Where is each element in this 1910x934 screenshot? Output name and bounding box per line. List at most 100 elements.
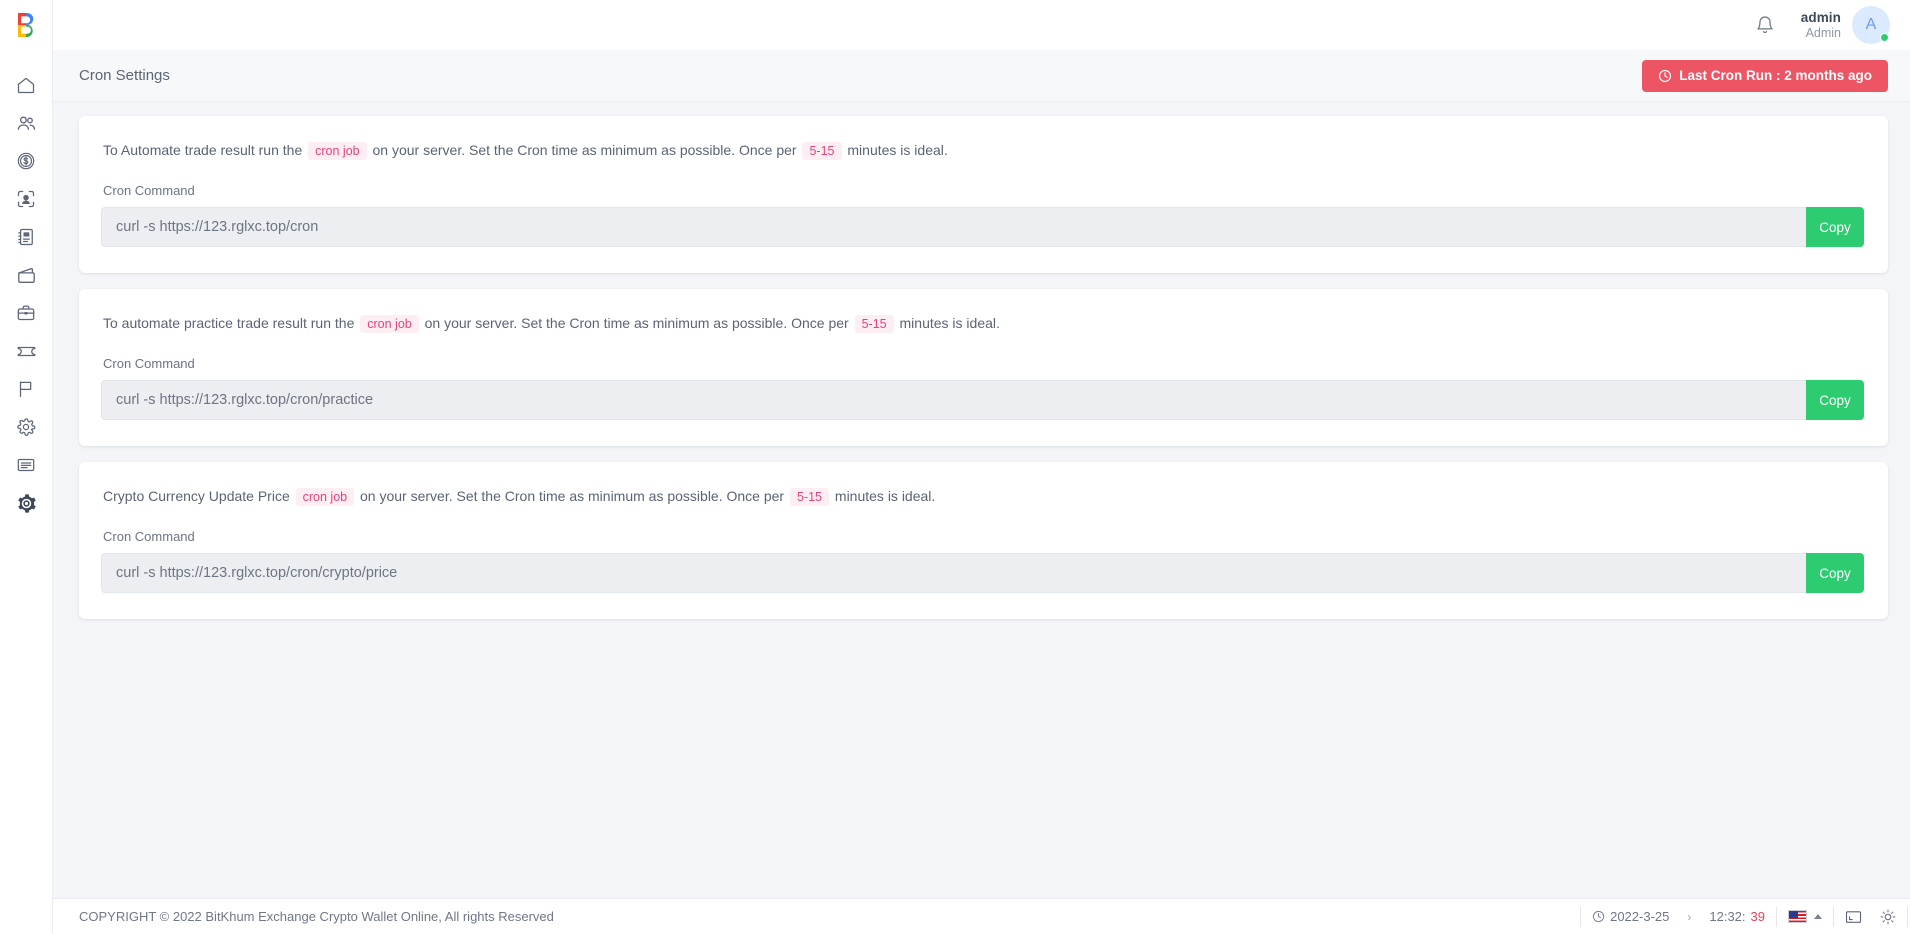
sidebar-item-pages[interactable]: [0, 446, 53, 484]
card-description: Crypto Currency Update Price cron job on…: [103, 486, 1864, 507]
tray-time[interactable]: 12:32: 39: [1700, 899, 1774, 934]
cron-command-input[interactable]: [101, 380, 1806, 420]
desc-part-1: To Automate trade result run the: [103, 142, 303, 158]
tray-time-seconds: 39: [1750, 909, 1765, 924]
cron-command-label: Cron Command: [103, 529, 195, 544]
copy-button[interactable]: Copy: [1806, 553, 1864, 593]
last-cron-run-button[interactable]: Last Cron Run : 2 months ago: [1642, 59, 1888, 92]
avatar[interactable]: A: [1852, 6, 1890, 44]
tray-divider: [1907, 906, 1908, 927]
notifications-button[interactable]: [1755, 15, 1775, 35]
cron-command-row: Copy: [101, 207, 1864, 247]
gear-outline-icon: [17, 418, 36, 436]
tray-date[interactable]: 2022-3-25: [1583, 899, 1678, 934]
cron-command-row: Copy: [101, 553, 1864, 593]
tray-date-text: 2022-3-25: [1610, 909, 1670, 924]
clock-icon: [1659, 69, 1672, 82]
caret-up-icon: [1814, 914, 1822, 919]
user-info: admin Admin: [1801, 10, 1841, 39]
tray-divider: [1580, 906, 1582, 927]
copy-button[interactable]: Copy: [1806, 207, 1864, 247]
app-logo[interactable]: [0, 4, 53, 46]
desc-part-3: minutes is ideal.: [899, 315, 1000, 331]
main-column: admin Admin A Cron Settings Last Cron Ru…: [53, 0, 1910, 934]
top-header: admin Admin A: [53, 0, 1910, 50]
cron-card-trade: To Automate trade result run the cron jo…: [79, 116, 1888, 273]
cron-command-input[interactable]: [101, 207, 1806, 247]
briefcase-icon: [17, 305, 35, 321]
document-icon: [17, 458, 35, 472]
user-name: admin: [1800, 10, 1841, 26]
page-title: Cron Settings: [79, 67, 170, 84]
online-status-dot: [1880, 33, 1889, 42]
interval-chip: 5-15: [802, 142, 842, 160]
sidebar-nav: [0, 66, 53, 522]
last-cron-run-label: Last Cron Run : 2 months ago: [1679, 68, 1872, 83]
tray-language[interactable]: [1779, 899, 1831, 934]
cron-command-input[interactable]: [101, 553, 1806, 593]
notification-bell-icon: [1757, 16, 1773, 34]
desc-part-3: minutes is ideal.: [847, 142, 948, 158]
sidebar-item-reports[interactable]: [0, 218, 53, 256]
id-scan-icon: [17, 190, 35, 208]
dollar-coin-icon: [17, 152, 35, 170]
footer: COPYRIGHT © 2022 BitKhum Exchange Crypto…: [53, 898, 1910, 934]
card-description: To automate practice trade result run th…: [103, 313, 1864, 334]
cron-job-chip: cron job: [360, 315, 419, 333]
sidebar-item-flags[interactable]: [0, 370, 53, 408]
screen-icon: [1845, 910, 1862, 923]
user-role: Admin: [1805, 25, 1841, 40]
sidebar: [0, 0, 53, 934]
wallet-icon: [17, 267, 35, 283]
desc-part-2: on your server. Set the Cron time as min…: [424, 315, 849, 331]
flag-icon: [19, 381, 32, 398]
chevron-right-icon: ›: [1687, 909, 1692, 924]
cron-card-crypto-price: Crypto Currency Update Price cron job on…: [79, 462, 1888, 619]
gear-solid-icon: [17, 493, 36, 513]
cron-job-chip: cron job: [295, 488, 355, 506]
us-flag-icon: [1788, 910, 1807, 923]
sidebar-item-payments[interactable]: [0, 142, 53, 180]
copyright-text: COPYRIGHT © 2022 BitKhum Exchange Crypto…: [79, 909, 554, 924]
sidebar-item-settings[interactable]: [0, 484, 53, 522]
desc-part-2: on your server. Set the Cron time as min…: [360, 488, 785, 504]
ticket-icon: [17, 346, 35, 356]
users-icon: [17, 116, 35, 130]
clock-icon: [1593, 910, 1605, 923]
brightness-icon: [1880, 909, 1896, 924]
tray-divider: [1833, 906, 1834, 927]
sidebar-item-wallet[interactable]: [0, 256, 53, 294]
notebook-icon: [18, 228, 33, 246]
home-icon: [17, 77, 35, 94]
interval-chip: 5-15: [854, 315, 894, 333]
desc-part-3: minutes is ideal.: [834, 488, 936, 504]
user-menu[interactable]: admin Admin A: [1801, 6, 1890, 44]
interval-chip: 5-15: [789, 488, 830, 506]
copy-button[interactable]: Copy: [1806, 380, 1864, 420]
cron-command-row: Copy: [101, 380, 1864, 420]
sidebar-item-users[interactable]: [0, 104, 53, 142]
sidebar-item-preferences[interactable]: [0, 408, 53, 446]
app-root: admin Admin A Cron Settings Last Cron Ru…: [0, 0, 1910, 934]
page-header: Cron Settings Last Cron Run : 2 months a…: [53, 50, 1910, 102]
cron-card-practice: To automate practice trade result run th…: [79, 289, 1888, 446]
desc-part-1: Crypto Currency Update Price: [103, 488, 290, 504]
sidebar-item-dashboard[interactable]: [0, 66, 53, 104]
tray-time-main: 12:32:: [1709, 909, 1746, 924]
system-tray: 2022-3-25 › 12:32: 39: [1578, 899, 1910, 934]
tray-chevron[interactable]: ›: [1678, 899, 1700, 934]
sidebar-item-trades[interactable]: [0, 294, 53, 332]
card-description: To Automate trade result run the cron jo…: [103, 140, 1864, 161]
tray-divider: [1776, 906, 1777, 927]
cron-command-label: Cron Command: [103, 183, 195, 198]
content-area: To Automate trade result run the cron jo…: [53, 102, 1910, 898]
sidebar-item-kyc[interactable]: [0, 180, 53, 218]
bitkhum-b-logo-icon: [18, 13, 34, 37]
desc-part-1: To automate practice trade result run th…: [103, 315, 355, 331]
desc-part-2: on your server. Set the Cron time as min…: [372, 142, 797, 158]
cron-command-label: Cron Command: [103, 356, 195, 371]
tray-screen[interactable]: [1836, 899, 1871, 934]
tray-brightness[interactable]: [1871, 899, 1905, 934]
sidebar-item-tickets[interactable]: [0, 332, 53, 370]
avatar-letter: A: [1865, 16, 1877, 33]
